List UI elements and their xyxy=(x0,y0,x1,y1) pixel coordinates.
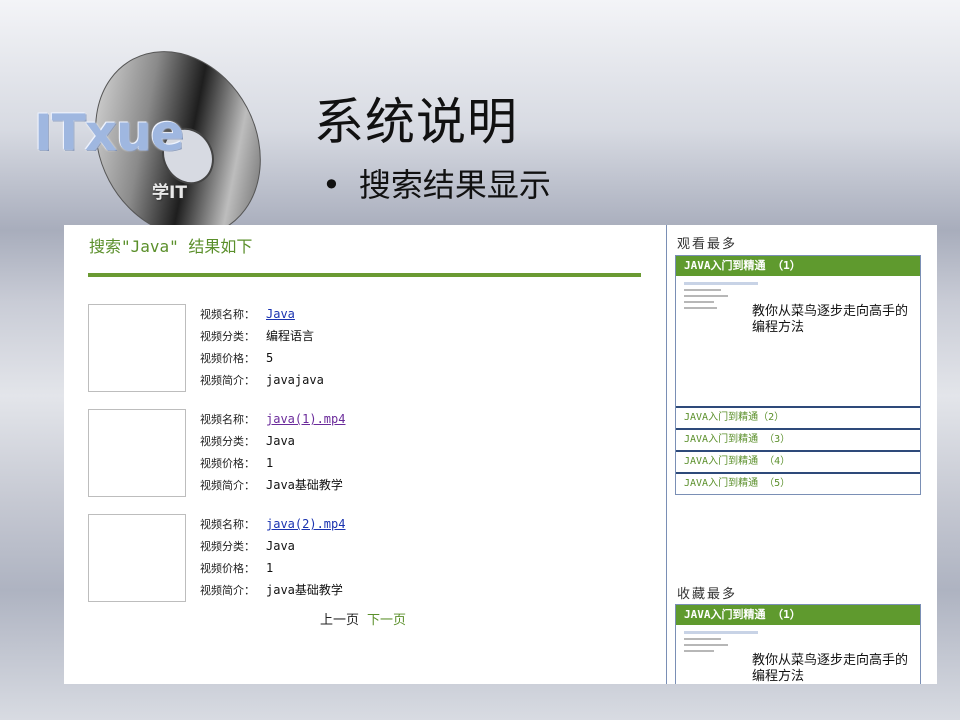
label-intro: 视频简介： xyxy=(200,584,255,597)
most-viewed-item[interactable]: JAVA入门到精通 （4） xyxy=(676,450,920,472)
field-price: 视频价格： 5 xyxy=(200,348,273,368)
slide-bullet: • 搜索结果显示 xyxy=(322,160,551,206)
label-name: 视频名称： xyxy=(200,308,255,321)
featured-video-description: 教你从菜鸟逐步走向高手的编程方法 xyxy=(752,304,909,335)
video-thumbnail[interactable] xyxy=(88,409,186,497)
video-intro: java基础教学 xyxy=(266,583,343,597)
pagination: 上一页 下一页 xyxy=(320,609,406,628)
most-viewed-item[interactable]: JAVA入门到精通 （5） xyxy=(676,472,920,494)
most-favorited-title: 收藏最多 xyxy=(677,587,738,602)
label-category: 视频分类： xyxy=(200,435,255,448)
label-price: 视频价格： xyxy=(200,352,255,365)
favorited-video-thumbnail xyxy=(684,631,758,684)
search-heading: 搜索"Java" 结果如下 xyxy=(89,237,253,256)
label-name: 视频名称： xyxy=(200,413,255,426)
video-name-link[interactable]: Java xyxy=(266,307,295,321)
result-item: 视频名称： java(2).mp4 视频分类： Java 视频价格： 1 视频简介： j… xyxy=(88,514,648,604)
label-category: 视频分类： xyxy=(200,540,255,553)
logo-subtext: 学IT xyxy=(152,183,187,203)
video-category: Java xyxy=(266,434,295,448)
field-category: 视频分类： 编程语言 xyxy=(200,326,314,346)
heading-divider xyxy=(88,273,641,277)
bullet-dot: • xyxy=(322,166,341,204)
results-main: 搜索"Java" 结果如下 视频名称： Java 视频分类： 编程语言 视频价格： 5… xyxy=(64,225,664,684)
field-intro: 视频简介： java基础教学 xyxy=(200,580,343,600)
video-intro: javajava xyxy=(266,373,324,387)
video-price: 1 xyxy=(266,561,274,575)
video-intro: Java基础教学 xyxy=(266,478,343,492)
label-intro: 视频简介： xyxy=(200,479,255,492)
video-thumbnail[interactable] xyxy=(88,304,186,392)
field-intro: 视频简介： Java基础教学 xyxy=(200,475,343,495)
most-viewed-item[interactable]: JAVA入门到精通（2） xyxy=(676,406,920,428)
sidebar: 观看最多 JAVA入门到精通 （1） 教你从菜鸟逐步走向高手的编程方法 JAVA… xyxy=(666,225,937,684)
itxue-logo: ITxue 学IT xyxy=(28,36,268,237)
slide-bullet-text: 搜索结果显示 xyxy=(358,166,551,204)
field-price: 视频价格： 1 xyxy=(200,558,273,578)
search-results-page: 搜索"Java" 结果如下 视频名称： Java 视频分类： 编程语言 视频价格： 5… xyxy=(64,225,937,684)
label-price: 视频价格： xyxy=(200,562,255,575)
label-intro: 视频简介： xyxy=(200,374,255,387)
field-price: 视频价格： 1 xyxy=(200,453,273,473)
most-favorited-box: JAVA入门到精通 （1） 教你从菜鸟逐步走向高手的编程方法 xyxy=(675,604,921,684)
field-intro: 视频简介： javajava xyxy=(200,370,324,390)
favorited-video-title[interactable]: JAVA入门到精通 （1） xyxy=(676,605,920,625)
video-category: Java xyxy=(266,539,295,553)
result-item: 视频名称： java(1).mp4 视频分类： Java 视频价格： 1 视频简介： J… xyxy=(88,409,648,499)
favorited-video[interactable]: 教你从菜鸟逐步走向高手的编程方法 xyxy=(676,625,920,684)
label-price: 视频价格： xyxy=(200,457,255,470)
video-name-link[interactable]: java(2).mp4 xyxy=(266,517,345,531)
prev-page-link[interactable]: 上一页 xyxy=(320,613,359,628)
most-viewed-box: JAVA入门到精通 （1） 教你从菜鸟逐步走向高手的编程方法 JAVA入门到精通… xyxy=(675,255,921,495)
result-item: 视频名称： Java 视频分类： 编程语言 视频价格： 5 视频简介： javajava xyxy=(88,304,648,394)
label-category: 视频分类： xyxy=(200,330,255,343)
field-name: 视频名称： java(2).mp4 xyxy=(200,514,345,534)
video-category: 编程语言 xyxy=(266,329,315,343)
field-category: 视频分类： Java xyxy=(200,536,295,556)
favorited-video-description: 教你从菜鸟逐步走向高手的编程方法 xyxy=(752,653,909,684)
most-viewed-title: 观看最多 xyxy=(677,237,738,252)
field-name: 视频名称： Java xyxy=(200,304,295,324)
video-price: 1 xyxy=(266,456,274,470)
video-name-link[interactable]: java(1).mp4 xyxy=(266,412,345,426)
most-viewed-item[interactable]: JAVA入门到精通 （3） xyxy=(676,428,920,450)
featured-video-title[interactable]: JAVA入门到精通 （1） xyxy=(676,256,920,276)
logo-text: ITxue xyxy=(34,104,184,162)
label-name: 视频名称： xyxy=(200,518,255,531)
field-name: 视频名称： java(1).mp4 xyxy=(200,409,345,429)
video-price: 5 xyxy=(266,351,274,365)
slide-title: 系统说明 xyxy=(314,93,518,151)
next-page-link[interactable]: 下一页 xyxy=(367,613,406,628)
featured-video[interactable]: 教你从菜鸟逐步走向高手的编程方法 xyxy=(676,276,920,406)
video-thumbnail[interactable] xyxy=(88,514,186,602)
field-category: 视频分类： Java xyxy=(200,431,295,451)
featured-video-thumbnail xyxy=(684,282,758,362)
